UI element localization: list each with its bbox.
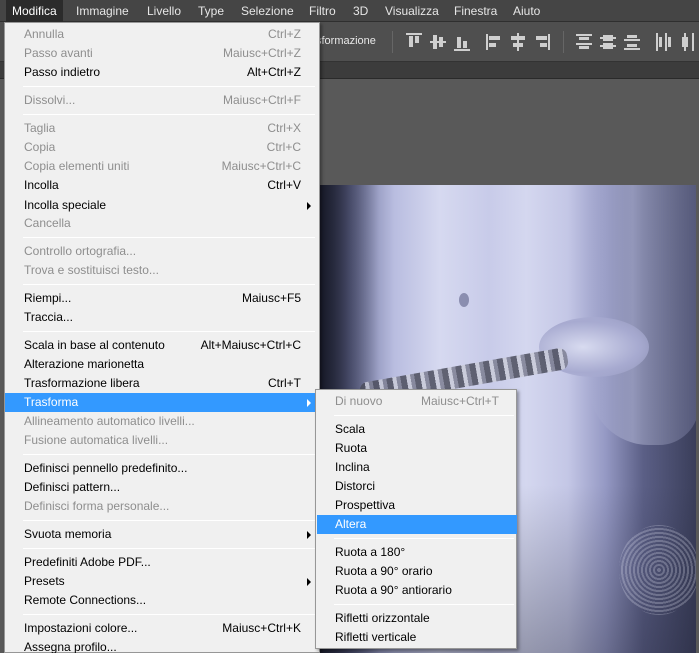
menu-item-fusione-automatica-livelli[interactable]: Fusione automatica livelli... [5,431,319,450]
distribute-bottom-edges-icon[interactable] [624,33,640,51]
menu-item-alterazione-marionetta[interactable]: Alterazione marionetta [5,355,319,374]
menu-separator [23,331,315,332]
align-bottom-edges-icon[interactable] [454,33,470,51]
distribute-top-edges-icon[interactable] [576,33,592,51]
menu-item-incolla[interactable]: Incolla Ctrl+V [5,176,319,195]
menu-visualizza[interactable]: Visualizza [379,0,445,22]
menu-item-presets[interactable]: Presets [5,572,319,591]
submenu-item-ruota-90-orario[interactable]: Ruota a 90° orario [317,562,517,581]
menu-item-copia[interactable]: Copia Ctrl+C [5,138,319,157]
menu-separator [23,520,315,521]
menu-item-traccia[interactable]: Traccia... [5,308,319,327]
menu-item-copia-elementi-uniti[interactable]: Copia elementi uniti Maiusc+Ctrl+C [5,157,319,176]
menu-separator [23,614,315,615]
menu-separator [334,604,514,605]
menu-item-trova-e-sostituisci[interactable]: Trova e sostituisci testo... [5,261,319,280]
menu-separator [23,548,315,549]
menu-separator [23,86,315,87]
transform-submenu: Di nuovo Maiusc+Ctrl+T Scala Ruota Inclin… [315,389,517,649]
submenu-item-ruota[interactable]: Ruota [317,439,517,458]
menu-selezione[interactable]: Selezione [235,0,300,22]
menu-item-taglia[interactable]: Taglia Ctrl+X [5,119,319,138]
submenu-item-prospettiva[interactable]: Prospettiva [317,496,517,515]
align-vertical-centers-icon[interactable] [430,33,446,51]
menu-item-trasformazione-libera[interactable]: Trasformazione libera Ctrl+T [5,374,319,393]
submenu-arrow-icon [307,531,311,539]
submenu-arrow-icon [307,399,311,407]
menu-item-definisci-forma-personale[interactable]: Definisci forma personale... [5,497,319,516]
menu-item-cancella[interactable]: Cancella [5,214,319,233]
menu-item-predefiniti-adobe-pdf[interactable]: Predefiniti Adobe PDF... [5,553,319,572]
submenu-item-ruota-180[interactable]: Ruota a 180° [317,543,517,562]
align-right-edges-icon[interactable] [534,33,550,51]
menu-separator [23,114,315,115]
submenu-item-inclina[interactable]: Inclina [317,458,517,477]
submenu-item-di-nuovo[interactable]: Di nuovo Maiusc+Ctrl+T [317,392,517,411]
submenu-item-altera[interactable]: Altera [317,515,517,534]
submenu-item-distorci[interactable]: Distorci [317,477,517,496]
menu-item-dissolvi[interactable]: Dissolvi... Maiusc+Ctrl+F [5,91,319,110]
distribute-horizontal-centers-icon[interactable] [680,33,696,51]
menu-item-impostazioni-colore[interactable]: Impostazioni colore... Maiusc+Ctrl+K [5,619,319,638]
menu-item-remote-connections[interactable]: Remote Connections... [5,591,319,610]
submenu-arrow-icon [307,578,311,586]
menu-item-controllo-ortografia[interactable]: Controllo ortografia... [5,242,319,261]
menu-finestra[interactable]: Finestra [448,0,503,22]
submenu-item-rifletti-verticale[interactable]: Rifletti verticale [317,628,517,647]
menu-item-assegna-profilo[interactable]: Assegna profilo... [5,638,319,653]
distribute-vertical-centers-icon[interactable] [600,33,616,51]
align-left-edges-icon[interactable] [486,33,502,51]
menu-separator [334,538,514,539]
edit-menu: Annulla Ctrl+Z Passo avanti Maiusc+Ctrl+Z … [4,22,320,653]
menu-separator [334,415,514,416]
options-divider [563,31,564,53]
menu-filtro[interactable]: Filtro [303,0,342,22]
submenu-item-rifletti-orizzontale[interactable]: Rifletti orizzontale [317,609,517,628]
menu-livello[interactable]: Livello [141,0,187,22]
align-top-edges-icon[interactable] [406,33,422,51]
menu-immagine[interactable]: Immagine [70,0,135,22]
menu-type[interactable]: Type [192,0,230,22]
menu-bar: Modifica Immagine Livello Type Selezione… [0,0,699,22]
menu-item-passo-indietro[interactable]: Passo indietro Alt+Ctrl+Z [5,63,319,82]
menu-item-trasforma[interactable]: Trasforma [5,393,319,412]
menu-item-definisci-pattern[interactable]: Definisci pattern... [5,478,319,497]
menu-separator [23,454,315,455]
distribute-left-edges-icon[interactable] [655,33,671,51]
submenu-arrow-icon [307,202,311,210]
menu-item-svuota-memoria[interactable]: Svuota memoria [5,525,319,544]
menu-modifica[interactable]: Modifica [6,0,63,22]
submenu-item-ruota-90-antiorario[interactable]: Ruota a 90° antiorario [317,581,517,600]
menu-separator [23,284,315,285]
menu-item-definisci-pennello[interactable]: Definisci pennello predefinito... [5,459,319,478]
menu-item-incolla-speciale[interactable]: Incolla speciale [5,196,319,215]
align-horizontal-centers-icon[interactable] [510,33,526,51]
menu-separator [23,237,315,238]
menu-3d[interactable]: 3D [347,0,374,22]
menu-item-riempi[interactable]: Riempi... Maiusc+F5 [5,289,319,308]
menu-item-passo-avanti[interactable]: Passo avanti Maiusc+Ctrl+Z [5,44,319,63]
menu-aiuto[interactable]: Aiuto [507,0,546,22]
options-divider [392,31,393,53]
menu-item-annulla[interactable]: Annulla Ctrl+Z [5,25,319,44]
menu-item-allineamento-automatico-livelli[interactable]: Allineamento automatico livelli... [5,412,319,431]
show-transform-controls-label[interactable]: sformazione [316,35,382,47]
submenu-item-scala[interactable]: Scala [317,420,517,439]
menu-item-scala-in-base-al-contenuto[interactable]: Scala in base al contenuto Alt+Maiusc+Ctr… [5,336,319,355]
